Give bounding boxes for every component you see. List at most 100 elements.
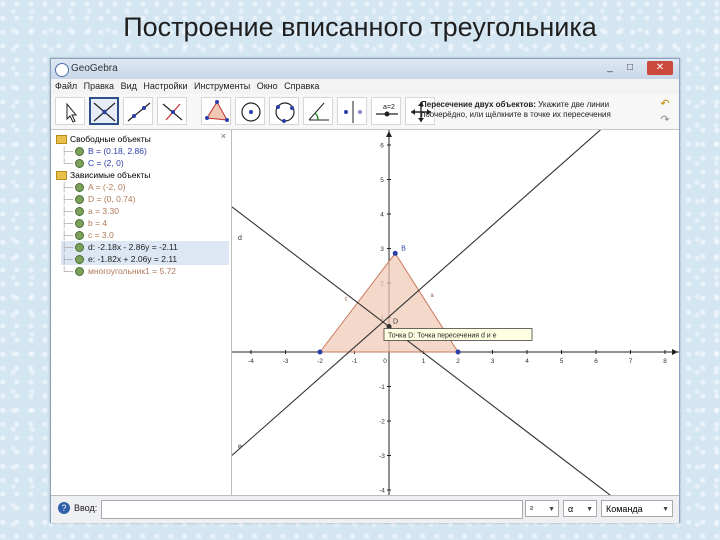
x-tick-label: -3 bbox=[283, 358, 289, 365]
circle-tool-button[interactable] bbox=[235, 97, 265, 125]
free-objects-header[interactable]: Свободные объекты bbox=[56, 133, 151, 145]
visibility-dot-icon[interactable] bbox=[75, 267, 84, 277]
menu-edit[interactable]: Правка bbox=[84, 79, 114, 94]
redo-icon[interactable]: ↷ bbox=[658, 113, 672, 127]
close-button[interactable]: ✕ bbox=[647, 61, 673, 75]
y-tick-label: -1 bbox=[379, 384, 385, 391]
chevron-down-icon: ▼ bbox=[662, 506, 669, 513]
visibility-dot-icon[interactable] bbox=[75, 195, 84, 205]
greek-combo[interactable]: α ▼ bbox=[563, 500, 597, 517]
graphics-view[interactable]: -4-3-2-1012345678654321-1-2-3-4BDdeacТоч… bbox=[232, 130, 679, 495]
x-tick-label: 2 bbox=[456, 358, 460, 365]
menu-help[interactable]: Справка bbox=[284, 79, 319, 94]
free-objects-label: Свободные объекты bbox=[70, 134, 151, 144]
label-side-a: a bbox=[430, 293, 434, 299]
label-b: B bbox=[401, 245, 406, 252]
minimize-button[interactable]: _ bbox=[601, 61, 619, 75]
x-tick-label: 7 bbox=[629, 358, 633, 365]
angle-icon bbox=[308, 102, 329, 121]
geogebra-window: GeoGebra _ □ ✕ Файл Правка Вид Настройки… bbox=[50, 58, 680, 523]
folder-icon bbox=[56, 135, 67, 145]
x-tick-label: 1 bbox=[422, 358, 426, 365]
visibility-dot-icon[interactable] bbox=[75, 159, 84, 169]
visibility-dot-icon[interactable] bbox=[75, 183, 84, 193]
visibility-dot-icon[interactable] bbox=[75, 147, 84, 157]
algebra-item-text: A = (-2, 0) bbox=[88, 182, 126, 192]
intersect-icon bbox=[93, 102, 116, 122]
algebra-item-text: c = 3.0 bbox=[88, 230, 114, 240]
y-tick-label: -4 bbox=[379, 488, 385, 495]
input-help-icon[interactable]: ? bbox=[58, 502, 70, 514]
line-e[interactable] bbox=[232, 130, 679, 456]
circle-three-points-tool-button[interactable] bbox=[269, 97, 299, 125]
slider-tool-button[interactable]: a=2 bbox=[371, 97, 401, 125]
x-tick-label: -4 bbox=[248, 358, 254, 365]
algebra-item-c[interactable]: └─ C = (2, 0) bbox=[61, 157, 124, 169]
algebra-item-d-point[interactable]: ├─ D = (0, 0.74) bbox=[61, 193, 135, 205]
angle-tool-button[interactable] bbox=[303, 97, 333, 125]
visibility-dot-icon[interactable] bbox=[75, 231, 84, 241]
reflect-tool-button[interactable] bbox=[337, 97, 367, 125]
point-c[interactable] bbox=[455, 349, 461, 355]
input-field[interactable] bbox=[101, 500, 523, 519]
algebra-item-polygon[interactable]: └─ многоугольник1 = 5.72 bbox=[61, 265, 176, 277]
menu-view[interactable]: Вид bbox=[121, 79, 137, 94]
x-tick-label: -2 bbox=[317, 358, 323, 365]
x-tick-label: -1 bbox=[352, 358, 358, 365]
visibility-dot-icon[interactable] bbox=[75, 219, 84, 229]
visibility-dot-icon[interactable] bbox=[75, 255, 84, 265]
line-tool-button[interactable] bbox=[123, 97, 153, 125]
tooltip-text: Точка D: Точка пересечения d и e bbox=[388, 332, 497, 339]
algebra-item-b-length[interactable]: ├─ b = 4 bbox=[61, 217, 107, 229]
y-tick-label: 3 bbox=[380, 246, 384, 253]
x-tick-label: 6 bbox=[594, 358, 598, 365]
window-title: GeoGebra bbox=[71, 63, 118, 74]
maximize-button[interactable]: □ bbox=[621, 61, 639, 75]
x-axis-arrow-icon bbox=[672, 349, 678, 355]
slider-icon: a=2 bbox=[376, 104, 398, 117]
algebra-item-c-length[interactable]: ├─ c = 3.0 bbox=[61, 229, 114, 241]
algebra-close-icon[interactable]: × bbox=[221, 131, 226, 141]
symbol-combo[interactable]: ² ▼ bbox=[525, 500, 559, 517]
chevron-down-icon: ▼ bbox=[548, 506, 555, 513]
intersect-tool-button[interactable] bbox=[89, 97, 119, 125]
visibility-dot-icon[interactable] bbox=[75, 207, 84, 217]
algebra-item-a-point[interactable]: ├─ A = (-2, 0) bbox=[61, 181, 126, 193]
algebra-item-line-e[interactable]: ├─ e: -1.82x + 2.06y = 2.11 bbox=[61, 253, 229, 265]
perpendicular-tool-button[interactable] bbox=[157, 97, 187, 125]
algebra-item-line-d[interactable]: ├─ d: -2.18x - 2.86y = -2.11 bbox=[61, 241, 229, 253]
algebra-item-text: a = 3.30 bbox=[88, 206, 119, 216]
algebra-view: × Свободные объекты ├─ B = (0.18, 2.86) └… bbox=[51, 130, 232, 495]
perpendicular-icon bbox=[162, 103, 183, 121]
polygon-icon bbox=[205, 100, 229, 122]
input-label: Ввод: bbox=[74, 503, 98, 513]
svg-text:a=2: a=2 bbox=[383, 104, 395, 111]
move-tool-button[interactable] bbox=[55, 97, 85, 125]
x-tick-label: 0 bbox=[383, 358, 387, 365]
menu-settings[interactable]: Настройки bbox=[143, 79, 187, 94]
arrow-cursor-icon bbox=[66, 102, 78, 123]
menu-file[interactable]: Файл bbox=[55, 79, 77, 94]
input-bar: ? Ввод: ² ▼ α ▼ Команда ▼ bbox=[51, 495, 679, 523]
algebra-item-text: b = 4 bbox=[88, 218, 108, 228]
algebra-item-b[interactable]: ├─ B = (0.18, 2.86) bbox=[61, 145, 147, 157]
point-a[interactable] bbox=[317, 349, 323, 355]
visibility-dot-icon[interactable] bbox=[75, 243, 84, 253]
undo-icon[interactable]: ↶ bbox=[658, 97, 672, 111]
command-combo[interactable]: Команда ▼ bbox=[601, 500, 673, 517]
polygon-tool-button[interactable] bbox=[201, 97, 231, 125]
graphics-canvas[interactable]: -4-3-2-1012345678654321-1-2-3-4BDdeacТоч… bbox=[232, 130, 679, 495]
menu-window[interactable]: Окно bbox=[257, 79, 278, 94]
circle-icon bbox=[241, 102, 261, 122]
algebra-item-text: многоугольник1 = 5.72 bbox=[88, 266, 177, 276]
tool-help-title: Пересечение двух объектов: bbox=[421, 100, 536, 109]
window-titlebar: GeoGebra _ □ ✕ bbox=[51, 59, 679, 79]
point-b[interactable] bbox=[392, 250, 398, 256]
label-line-e: e bbox=[238, 444, 242, 451]
x-tick-label: 4 bbox=[525, 358, 529, 365]
menu-tools[interactable]: Инструменты bbox=[194, 79, 250, 94]
algebra-item-text: D = (0, 0.74) bbox=[88, 194, 136, 204]
algebra-item-a-length[interactable]: ├─ a = 3.30 bbox=[61, 205, 119, 217]
geogebra-logo-icon bbox=[55, 63, 69, 77]
dependent-objects-header[interactable]: Зависимые объекты bbox=[56, 169, 150, 181]
